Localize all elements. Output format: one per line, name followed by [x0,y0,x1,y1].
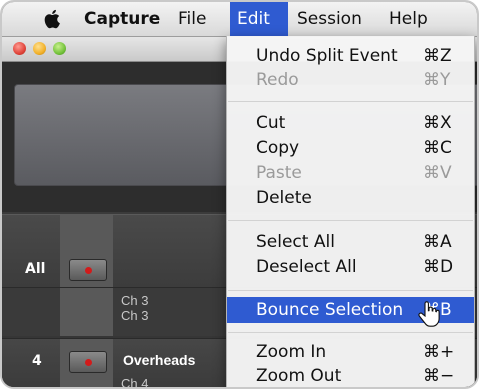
shortcut-label: ⌘Y [423,70,451,90]
menu-bar: Capture File Edit Session Help [2,2,477,37]
menu-item-undo[interactable]: Undo Split Event ⌘Z [227,43,474,69]
menu-help[interactable]: Help [389,2,428,36]
track-number: 4 [32,353,42,369]
shortcut-label: ⌘− [423,366,455,386]
menu-item-select-all[interactable]: Select All ⌘A [227,229,474,255]
menu-item-paste: Paste ⌘V [227,160,474,186]
menu-separator [228,220,473,221]
menu-separator [228,101,473,102]
record-arm-button[interactable] [69,351,107,373]
record-dot-icon [85,267,92,274]
shortcut-label: ⌘A [423,232,452,252]
menu-item-zoom-in[interactable]: Zoom In ⌘+ [227,339,474,365]
record-dot-icon [85,359,92,366]
hand-pointer-icon [418,301,440,327]
menu-item-deselect-all[interactable]: Deselect All ⌘D [227,254,474,280]
channel-label: Ch 3 [121,293,149,308]
record-column [60,288,113,336]
record-arm-all-button[interactable] [69,259,107,281]
track-name[interactable]: Overheads [123,352,195,368]
menu-app-name[interactable]: Capture [84,2,160,36]
apple-icon[interactable] [42,8,64,30]
menu-item-zoom-out[interactable]: Zoom Out ⌘− [227,363,474,387]
shortcut-label: ⌘+ [423,342,455,362]
menu-item-cut[interactable]: Cut ⌘X [227,110,474,136]
all-label: All [25,261,46,277]
menu-session[interactable]: Session [297,2,362,36]
screen-frame: Capture File Edit Session Help All Ch 3 … [0,0,479,389]
zoom-window-button[interactable] [53,42,66,55]
menu-file[interactable]: File [178,2,206,36]
menu-separator [228,332,473,333]
menu-separator [228,290,473,291]
menu-item-redo: Redo ⌘Y [227,67,474,93]
channel-label: Ch 4 [121,376,149,389]
edit-menu-dropdown: Undo Split Event ⌘Z Redo ⌘Y Cut ⌘X Copy ⌘C P… [226,36,475,387]
shortcut-label: ⌘C [423,138,452,158]
shortcut-label: ⌘D [423,257,454,277]
shortcut-label: ⌘Z [423,46,452,66]
close-window-button[interactable] [13,42,26,55]
menu-item-delete[interactable]: Delete [227,185,474,211]
shortcut-label: ⌘V [423,163,452,183]
shortcut-label: ⌘X [423,113,452,133]
channel-label: Ch 3 [121,308,149,323]
menu-item-copy[interactable]: Copy ⌘C [227,135,474,161]
minimize-window-button[interactable] [33,42,46,55]
menu-edit[interactable]: Edit [230,2,288,36]
